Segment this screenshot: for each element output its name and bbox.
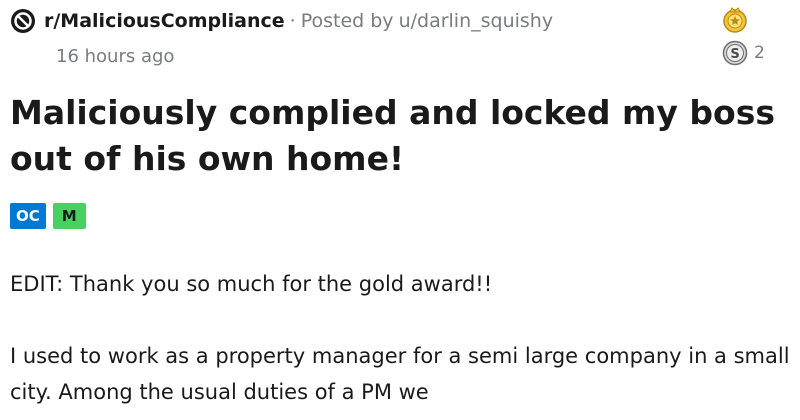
post-body-paragraph: I used to work as a property manager for… bbox=[10, 344, 790, 404]
meta-separator: · bbox=[289, 10, 296, 32]
author-link[interactable]: u/darlin_squishy bbox=[399, 10, 554, 32]
post-edit-note: EDIT: Thank you so much for the gold awa… bbox=[10, 272, 493, 296]
flair-oc[interactable]: OC bbox=[10, 203, 46, 229]
svg-text:S: S bbox=[730, 47, 739, 62]
flair-m[interactable]: M bbox=[52, 203, 86, 229]
posted-by-label: Posted by bbox=[300, 10, 394, 32]
gold-award-icon[interactable] bbox=[722, 6, 748, 34]
awards: S 2 bbox=[714, 6, 784, 70]
silver-award-count: 2 bbox=[754, 43, 765, 63]
post-flairs: OC M bbox=[10, 203, 86, 229]
subreddit-icon[interactable] bbox=[10, 8, 36, 34]
post-title[interactable]: Maliciously complied and locked my boss … bbox=[10, 90, 790, 182]
reddit-post: r/MaliciousCompliance · Posted by u/darl… bbox=[0, 0, 800, 420]
subreddit-link[interactable]: r/MaliciousCompliance bbox=[44, 10, 285, 32]
silver-award-icon[interactable]: S bbox=[722, 40, 748, 66]
post-time: 16 hours ago bbox=[56, 46, 175, 67]
post-meta: r/MaliciousCompliance · Posted by u/darl… bbox=[10, 8, 553, 34]
